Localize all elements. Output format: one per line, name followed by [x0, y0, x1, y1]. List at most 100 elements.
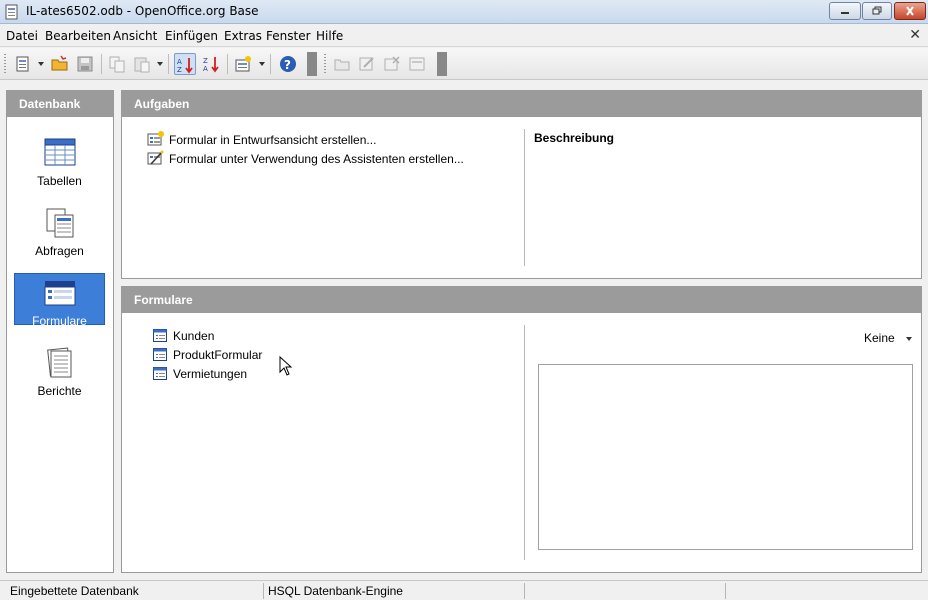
form-new-icon	[235, 56, 251, 72]
form-document-icon	[153, 348, 167, 364]
edit-button[interactable]	[356, 53, 378, 75]
standard-toolbar: AZ ZA ?	[0, 48, 928, 80]
menu-datei[interactable]: Datei	[6, 29, 38, 43]
form-dropdown-arrow-icon[interactable]	[259, 62, 265, 66]
form-name: ProduktFormular	[173, 348, 263, 362]
nav-label-tables: Tabellen	[37, 174, 82, 188]
preview-pane	[538, 364, 913, 550]
new-dropdown-arrow-icon[interactable]	[38, 62, 44, 66]
nav-label-forms: Formulare	[32, 314, 87, 328]
open-folder-icon	[51, 55, 68, 71]
delete-icon	[384, 56, 400, 71]
nav-label-queries: Abfragen	[35, 244, 84, 258]
status-separator	[524, 583, 525, 599]
window-title: IL-ates6502.odb - OpenOffice.org Base	[26, 4, 259, 18]
toolbar-grip[interactable]	[4, 54, 6, 74]
form-name: Vermietungen	[173, 367, 248, 381]
open-db-object-button[interactable]	[331, 53, 353, 75]
new-document-button[interactable]	[12, 53, 34, 75]
nav-item-tables[interactable]: Tabellen	[14, 134, 105, 188]
preview-mode-value: Keine	[864, 331, 895, 345]
status-bar: Eingebettete Datenbank HSQL Datenbank-En…	[0, 580, 928, 600]
toolbar-overflow-button[interactable]	[437, 52, 447, 76]
nav-item-reports[interactable]: Berichte	[14, 344, 105, 398]
new-document-icon	[16, 56, 29, 72]
paste-icon	[134, 57, 150, 73]
mouse-cursor-icon	[279, 356, 293, 376]
paste-dropdown-arrow-icon[interactable]	[157, 62, 163, 66]
nav-item-forms[interactable]: Formulare	[14, 273, 105, 328]
rename-icon	[409, 57, 425, 71]
tasks-divider	[524, 129, 525, 266]
database-panel: Datenbank Tabellen Abfragen Formulare Be…	[6, 90, 114, 573]
menu-fenster[interactable]: Fenster	[266, 29, 311, 43]
form-name: Kunden	[173, 329, 215, 343]
forms-divider	[524, 325, 525, 560]
help-icon: ?	[280, 56, 296, 72]
svg-text:A: A	[177, 58, 182, 66]
menu-hilfe[interactable]: Hilfe	[316, 29, 343, 43]
toolbar-grip[interactable]	[324, 54, 326, 74]
table-icon	[14, 137, 105, 172]
description-title: Beschreibung	[534, 131, 615, 145]
preview-mode-select[interactable]: Keine	[864, 331, 913, 345]
report-icon	[14, 347, 105, 382]
close-icon	[906, 6, 914, 16]
maximize-button[interactable]	[862, 2, 892, 20]
form-document-icon	[153, 329, 167, 345]
form-document-icon	[153, 367, 167, 383]
forms-header: Formulare	[122, 287, 921, 313]
menu-bar: Datei Bearbeiten Ansicht Einfügen Extras…	[0, 25, 928, 47]
base-document-icon	[5, 4, 19, 23]
tasks-section: Aufgaben Formular in Entwurfsansicht ers…	[121, 90, 922, 279]
task-label: Formular unter Verwendung des Assistente…	[169, 152, 464, 166]
forms-section: Formulare Kunden ProduktFormular Vermiet…	[121, 286, 922, 573]
svg-text:Z: Z	[203, 57, 208, 65]
status-db-engine: HSQL Datenbank-Engine	[268, 584, 403, 598]
copy-icon	[109, 56, 125, 73]
copy-button[interactable]	[106, 53, 128, 75]
menu-bearbeiten[interactable]: Bearbeiten	[45, 29, 111, 43]
form-wizard-icon	[147, 150, 165, 169]
paste-button[interactable]	[131, 53, 153, 75]
save-button[interactable]	[74, 53, 96, 75]
query-icon	[14, 207, 105, 242]
svg-text:Z: Z	[177, 66, 182, 74]
chevron-down-icon	[906, 336, 913, 341]
toolbar-separator	[168, 54, 169, 74]
nav-label-reports: Berichte	[37, 384, 82, 398]
status-separator	[725, 583, 726, 599]
toolbar-separator	[270, 54, 271, 74]
svg-text:A: A	[203, 65, 208, 73]
form-design-icon	[147, 131, 165, 150]
tasks-header: Aufgaben	[122, 91, 921, 117]
nav-item-queries[interactable]: Abfragen	[14, 204, 105, 258]
sort-descending-button[interactable]: ZA	[200, 53, 222, 75]
title-bar: IL-ates6502.odb - OpenOffice.org Base	[0, 0, 928, 24]
restore-icon	[872, 6, 882, 15]
rename-button[interactable]	[406, 53, 428, 75]
status-separator	[263, 583, 264, 599]
menu-extras[interactable]: Extras	[224, 29, 262, 43]
sort-ascending-icon: AZ	[177, 58, 193, 74]
minimize-icon	[841, 12, 849, 14]
toolbar-separator	[101, 54, 102, 74]
task-label: Formular in Entwurfsansicht erstellen...	[169, 133, 377, 147]
sort-ascending-button[interactable]: AZ	[174, 53, 196, 75]
menu-einfuegen[interactable]: Einfügen	[165, 29, 218, 43]
form-wizard-button[interactable]	[232, 53, 254, 75]
status-db-type: Eingebettete Datenbank	[10, 584, 139, 598]
save-icon	[77, 56, 93, 72]
help-button[interactable]: ?	[277, 53, 299, 75]
open-button[interactable]	[49, 53, 71, 75]
close-document-icon[interactable]: ✕	[909, 27, 921, 43]
toolbar-separator	[227, 54, 228, 74]
toolbar-overflow-button[interactable]	[307, 52, 317, 76]
svg-text:?: ?	[284, 58, 291, 72]
menu-ansicht[interactable]: Ansicht	[113, 29, 157, 43]
delete-button[interactable]	[381, 53, 403, 75]
minimize-button[interactable]	[829, 2, 861, 20]
close-window-button[interactable]	[894, 2, 926, 20]
edit-icon	[359, 57, 374, 71]
form-icon	[15, 277, 104, 312]
